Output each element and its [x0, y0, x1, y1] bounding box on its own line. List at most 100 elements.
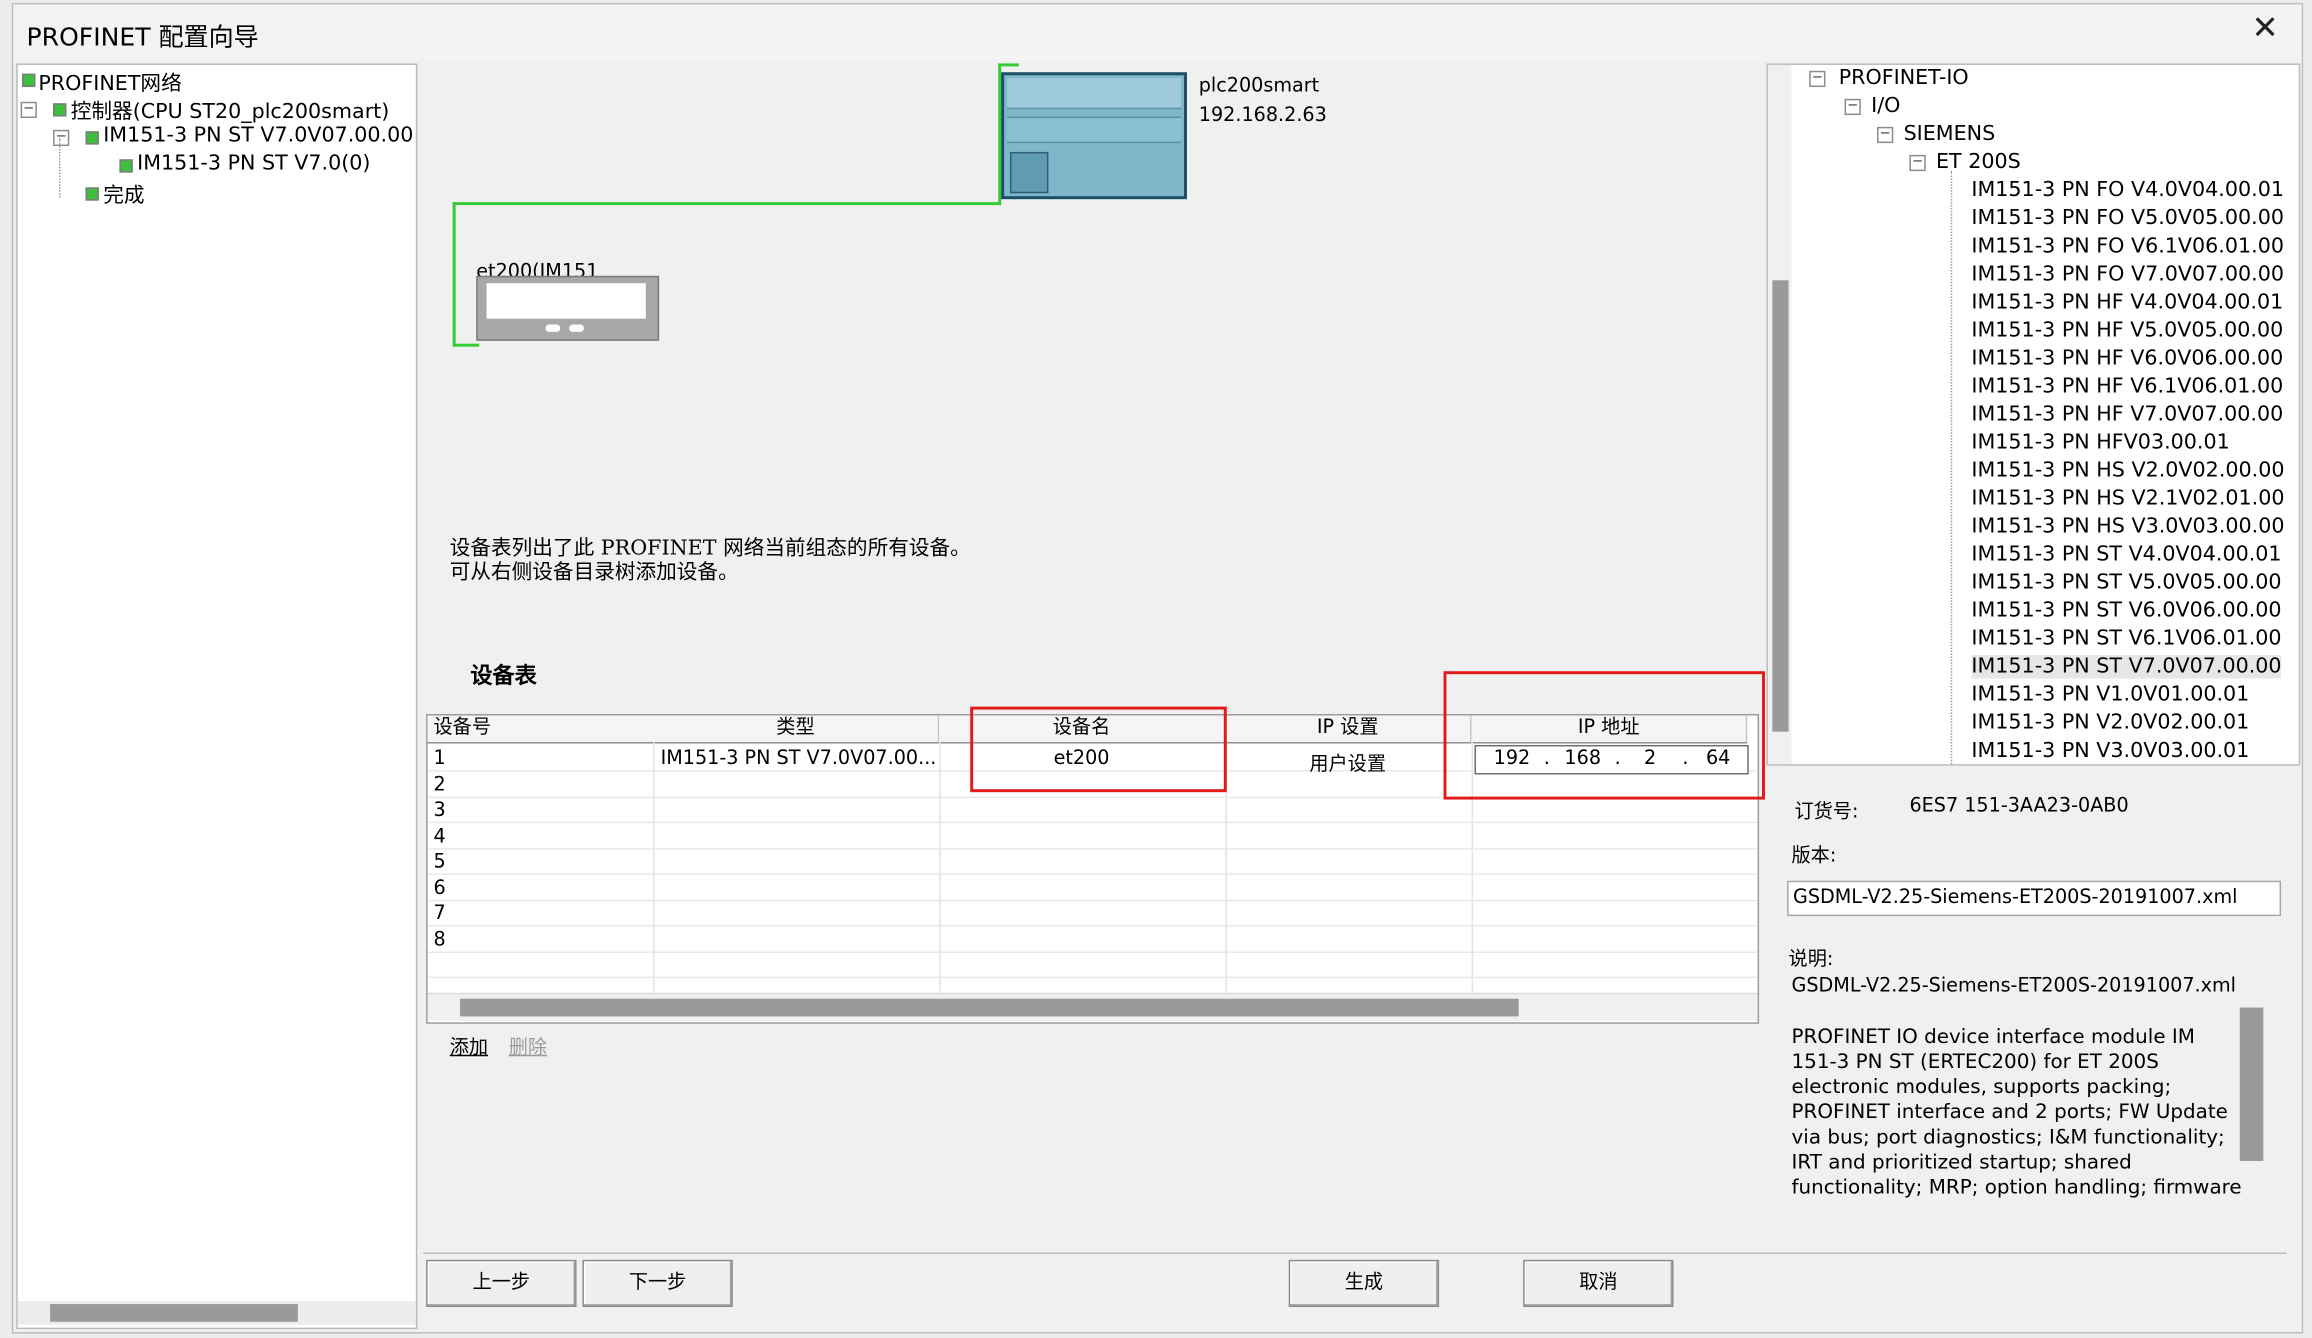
tree-item-device[interactable]: IM151-3 PN ST V7.0V07.00.00-et2	[103, 124, 413, 148]
tree-item-profinet-network[interactable]: PROFINET网络	[38, 68, 181, 98]
catalog-siemens[interactable]: SIEMENS	[1904, 122, 1996, 146]
row-number[interactable]: 5	[434, 851, 446, 873]
row1-ip-setting[interactable]: 用户设置	[1225, 748, 1470, 776]
tree-item-controller[interactable]: 控制器(CPU ST20_plc200smart)	[71, 96, 390, 126]
description-file: GSDML-V2.25-Siemens-ET200S-20191007.xml	[1791, 975, 2236, 998]
add-device-link[interactable]: 添加	[450, 1031, 488, 1059]
version-field[interactable]: GSDML-V2.25-Siemens-ET200S-20191007.xml	[1787, 880, 2282, 917]
column-divider	[939, 742, 941, 993]
catalog-item[interactable]: IM151-3 PN HS V2.0V02.00.00	[1971, 459, 2284, 483]
catalog-io[interactable]: I/O	[1871, 94, 1900, 118]
row-number[interactable]: 2	[434, 774, 446, 796]
catalog-item[interactable]: IM151-3 PN FO V6.1V06.01.00	[1971, 235, 2284, 259]
description-line: functionality; MRP; option handling; fir…	[1791, 1175, 2242, 1200]
tree-item-module[interactable]: IM151-3 PN ST V7.0(0)	[137, 152, 370, 176]
catalog-item[interactable]: IM151-3 PN V1.0V01.00.01	[1971, 683, 2249, 707]
description-line: PROFINET IO device interface module IM	[1791, 1025, 2195, 1049]
table-horizontal-scrollbar[interactable]	[427, 992, 1758, 1021]
tree-node-icon	[53, 103, 67, 117]
catalog-item[interactable]: IM151-3 PN FO V5.0V05.00.00	[1971, 207, 2284, 231]
catalog-item[interactable]: IM151-3 PN ST V5.0V05.00.00	[1971, 571, 2281, 595]
catalog-item[interactable]: IM151-3 PN HF V6.0V06.00.00	[1971, 347, 2283, 371]
catalog-item[interactable]: IM151-3 PN HF V7.0V07.00.00	[1971, 403, 2283, 427]
row-divider	[427, 924, 1758, 927]
catalog-item[interactable]: IM151-3 PN HS V2.1V02.01.00	[1971, 487, 2284, 511]
description-line: electronic modules, supports packing;	[1791, 1075, 2172, 1100]
description-label: 说明:	[1788, 948, 1834, 971]
scrollbar-thumb[interactable]	[50, 1304, 298, 1322]
plc-device-icon[interactable]	[1001, 72, 1187, 200]
cancel-button[interactable]: 取消	[1523, 1259, 1674, 1308]
delete-device-link[interactable]: 删除	[509, 1031, 547, 1059]
catalog-item[interactable]: IM151-3 PN HF V6.1V06.01.00	[1971, 375, 2283, 399]
catalog-et200s[interactable]: ET 200S	[1936, 150, 2021, 174]
collapse-icon[interactable]: −	[1844, 98, 1861, 116]
device-port	[545, 324, 561, 332]
collapse-icon[interactable]: −	[20, 101, 37, 119]
collapse-icon[interactable]: −	[1877, 126, 1894, 144]
plc-name-label: plc200smart	[1198, 75, 1320, 98]
description-vertical-scrollbar[interactable]	[2239, 1007, 2264, 1161]
network-link	[452, 202, 1002, 206]
row-number[interactable]: 4	[434, 826, 446, 848]
plc-io-row	[1007, 116, 1182, 144]
highlight-ip-address	[1443, 671, 1765, 800]
catalog-item[interactable]: IM151-3 PN ST V6.1V06.01.00	[1971, 627, 2281, 651]
catalog-item[interactable]: IM151-3 PN HF V4.0V04.00.01	[1971, 291, 2283, 315]
row1-device-no[interactable]: 1	[434, 748, 446, 770]
row-number[interactable]: 3	[434, 800, 446, 822]
row-divider	[427, 873, 1758, 875]
generate-button[interactable]: 生成	[1288, 1259, 1440, 1308]
tree-item-finish[interactable]: 完成	[103, 180, 144, 210]
tree-guide-line	[1950, 171, 1954, 765]
description-line: 151-3 PN ST (ERTEC200) for ET 200S	[1791, 1050, 2159, 1074]
network-link	[452, 343, 480, 347]
order-number-label: 订货号:	[1794, 801, 1859, 824]
catalog-item[interactable]: IM151-3 PN FO V7.0V07.00.00	[1971, 263, 2284, 287]
network-link	[998, 63, 1019, 67]
row-divider	[427, 899, 1758, 902]
network-link	[452, 202, 456, 347]
catalog-item[interactable]: IM151-3 PN ST V7.0V07.00.00	[1971, 654, 2282, 679]
row-number[interactable]: 7	[434, 903, 446, 925]
description-box: GSDML-V2.25-Siemens-ET200S-20191007.xml …	[1782, 972, 2270, 1209]
description-line: PROFINET interface and 2 ports; FW Updat…	[1791, 1100, 2228, 1125]
collapse-icon[interactable]: −	[1909, 154, 1926, 172]
catalog-vertical-scrollbar[interactable]	[1767, 64, 1792, 765]
scrollbar-thumb[interactable]	[460, 998, 1519, 1017]
column-header-ip-setting[interactable]: IP 设置	[1225, 715, 1472, 744]
next-button[interactable]: 下一步	[582, 1259, 733, 1308]
catalog-item[interactable]: IM151-3 PN ST V6.0V06.00.00	[1971, 599, 2281, 623]
row-divider	[427, 848, 1758, 850]
row-divider	[427, 951, 1758, 953]
column-header-type[interactable]: 类型	[653, 715, 940, 744]
catalog-item[interactable]: IM151-3 PN HFV03.00.01	[1971, 431, 2229, 455]
catalog-item[interactable]: IM151-3 PN V3.0V03.00.01	[1971, 739, 2249, 763]
profinet-wizard-window: PROFINET 配置向导 ✕ PROFINET网络 − 控制器(CPU ST2…	[11, 2, 2304, 1334]
et200-device-icon[interactable]	[476, 275, 660, 341]
column-header-device-no[interactable]: 设备号	[427, 715, 660, 744]
catalog-item[interactable]: IM151-3 PN V2.0V02.00.01	[1971, 711, 2249, 735]
close-icon[interactable]: ✕	[2252, 10, 2279, 47]
column-divider	[653, 742, 655, 993]
collapse-icon[interactable]: −	[1809, 70, 1826, 88]
catalog-item[interactable]: IM151-3 PN HF V5.0V05.00.00	[1971, 319, 2283, 343]
wizard-steps-tree: PROFINET网络 − 控制器(CPU ST20_plc200smart) −…	[16, 63, 418, 1330]
catalog-profinet-io[interactable]: PROFINET-IO	[1839, 66, 1969, 90]
left-horizontal-scrollbar[interactable]	[17, 1301, 416, 1325]
device-table-title: 设备表	[470, 662, 537, 689]
row-number[interactable]: 6	[434, 878, 446, 900]
footer-divider	[423, 1252, 2287, 1254]
highlight-device-name	[970, 706, 1227, 793]
catalog-item[interactable]: IM151-3 PN ST V4.0V04.00.01	[1971, 543, 2281, 567]
network-view: plc200smart 192.168.2.63 et200(IM151- 设备…	[420, 63, 1765, 689]
row-number[interactable]: 8	[434, 929, 446, 951]
scrollbar-thumb[interactable]	[1772, 280, 1789, 732]
tree-node-icon	[119, 159, 133, 173]
row-divider	[427, 976, 1758, 979]
prev-button[interactable]: 上一步	[426, 1259, 577, 1308]
catalog-item[interactable]: IM151-3 PN FO V4.0V04.00.01	[1971, 178, 2284, 202]
row1-type[interactable]: IM151-3 PN ST V7.0V07.00...	[661, 748, 937, 770]
version-label: 版本:	[1791, 845, 1837, 868]
catalog-item[interactable]: IM151-3 PN HS V3.0V03.00.00	[1971, 515, 2284, 539]
